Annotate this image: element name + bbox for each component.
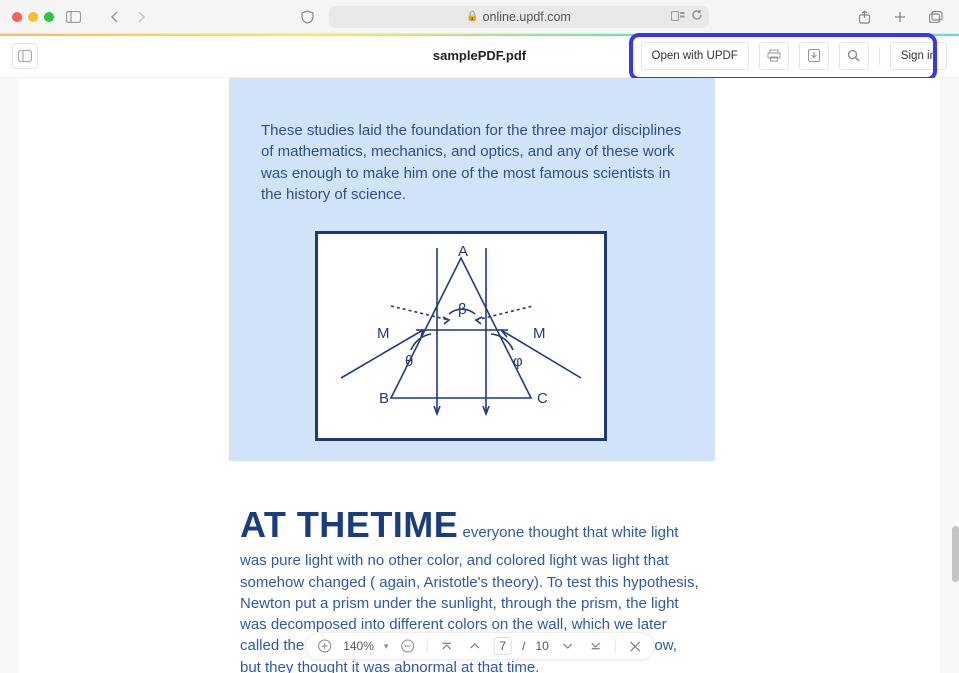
download-button[interactable]	[799, 42, 829, 70]
blue-paragraph: These studies laid the foundation for th…	[261, 120, 683, 205]
document-viewport[interactable]: These studies laid the foundation for th…	[0, 78, 959, 673]
sidebar-panel-icon[interactable]	[62, 6, 84, 28]
window-controls	[12, 12, 54, 22]
new-tab-icon[interactable]	[889, 6, 911, 28]
total-pages: 10	[535, 639, 548, 653]
zoom-out-button[interactable]	[398, 637, 416, 655]
document-title: samplePDF.pdf	[433, 48, 526, 63]
article-headline: AT THETIME	[240, 504, 458, 545]
back-button[interactable]	[104, 6, 126, 28]
diagram-label-phi: φ	[513, 353, 523, 370]
address-bar[interactable]: 🔒 online.updf.com	[329, 6, 709, 28]
zoom-level: 140%	[343, 639, 374, 653]
diagram-label-theta: θ	[405, 353, 413, 370]
diagram-label-m-left: M	[377, 325, 390, 342]
diagram-label-beta: β	[458, 301, 467, 318]
zoom-dropdown-icon[interactable]: ▾	[384, 641, 389, 652]
browser-toolbar: 🔒 online.updf.com	[0, 0, 959, 34]
print-button[interactable]	[759, 42, 789, 70]
diagram-label-a: A	[458, 243, 468, 260]
shield-icon[interactable]	[297, 6, 319, 28]
diagram-label-b: B	[379, 390, 389, 407]
bar-separator	[615, 639, 616, 653]
share-icon[interactable]	[853, 6, 875, 28]
progress-rainbow	[0, 34, 959, 36]
page-control-bar: 140% ▾ 7 / 10	[304, 632, 655, 660]
first-page-button[interactable]	[437, 637, 455, 655]
zoom-in-button[interactable]	[315, 637, 333, 655]
reader-icon[interactable]	[671, 10, 685, 24]
page-sep: /	[522, 639, 525, 653]
diagram-label-c: C	[537, 390, 548, 407]
open-with-updf-button[interactable]: Open with UPDF	[641, 42, 749, 70]
search-button[interactable]	[839, 42, 869, 70]
diagram-label-m-right: M	[533, 325, 546, 342]
prism-diagram: A B C M M θ β φ	[315, 231, 607, 441]
bar-separator	[426, 639, 427, 653]
current-page[interactable]: 7	[493, 637, 512, 655]
highlight-panel: These studies laid the foundation for th…	[229, 78, 715, 461]
sidebar-toggle-button[interactable]	[12, 43, 38, 69]
window-close-button[interactable]	[12, 12, 22, 22]
viewer-toolbar: samplePDF.pdf Open with UPDF Sign in	[0, 34, 959, 78]
signin-button[interactable]: Sign in	[890, 42, 947, 70]
window-minimize-button[interactable]	[28, 12, 38, 22]
lock-icon: 🔒	[466, 11, 478, 22]
toolbar-divider	[879, 47, 880, 65]
tabs-icon[interactable]	[925, 6, 947, 28]
scrollbar-thumb[interactable]	[952, 526, 959, 582]
next-page-button[interactable]	[559, 637, 577, 655]
close-bar-button[interactable]	[626, 637, 644, 655]
last-page-button[interactable]	[587, 637, 605, 655]
window-zoom-button[interactable]	[44, 12, 54, 22]
pdf-page: These studies laid the foundation for th…	[229, 78, 715, 673]
prev-page-button[interactable]	[465, 637, 483, 655]
forward-button[interactable]	[130, 6, 152, 28]
reload-icon[interactable]	[691, 9, 703, 24]
url-host: online.updf.com	[483, 10, 571, 24]
